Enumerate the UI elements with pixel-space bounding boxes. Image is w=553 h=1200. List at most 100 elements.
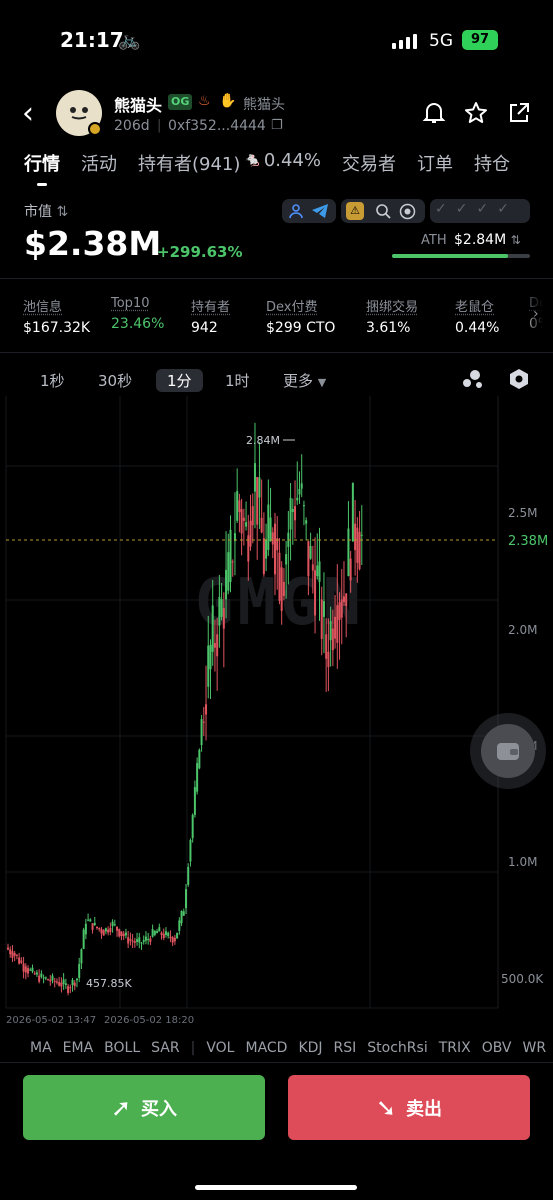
star-icon[interactable] bbox=[463, 100, 489, 126]
candle-body bbox=[43, 977, 45, 978]
candle-body bbox=[232, 562, 234, 563]
stat-bundle[interactable]: 捆绑交易 3.61% bbox=[366, 296, 418, 336]
indicator-obv[interactable]: OBV bbox=[482, 1040, 512, 1056]
copy-icon[interactable]: ❐ bbox=[271, 118, 283, 133]
candle-body bbox=[58, 982, 60, 986]
candle-body bbox=[359, 532, 361, 569]
stat-dex-paid[interactable]: Dex付费 $299 CTO bbox=[266, 296, 335, 336]
candle-body bbox=[165, 931, 167, 935]
candle-body bbox=[181, 911, 183, 923]
indicator-macd[interactable]: MACD bbox=[245, 1040, 287, 1056]
candle-body bbox=[281, 567, 283, 611]
interval-1h[interactable]: 1时 bbox=[225, 370, 250, 391]
buy-button[interactable]: ➚ 买入 bbox=[23, 1075, 265, 1140]
tab-orders[interactable]: 订单 bbox=[417, 150, 453, 176]
candle-body bbox=[136, 939, 138, 942]
indicator-ma[interactable]: MA bbox=[30, 1040, 52, 1056]
arrow-down-right-icon: ➘ bbox=[376, 1094, 396, 1122]
stat-pool[interactable]: 池信息 $167.32K bbox=[23, 296, 90, 336]
stat-holders[interactable]: 持有者 942 bbox=[191, 296, 230, 336]
bell-icon[interactable] bbox=[421, 100, 447, 126]
tab-traders[interactable]: 交易者 bbox=[342, 150, 396, 176]
candle-body bbox=[327, 652, 329, 667]
candle-body bbox=[72, 980, 74, 985]
candle-body bbox=[45, 977, 47, 978]
tab-holders[interactable]: 持有者(941) bbox=[138, 150, 240, 176]
candle-body bbox=[238, 500, 240, 512]
back-icon[interactable]: ‹ bbox=[22, 96, 34, 131]
indicator-rsi[interactable]: RSI bbox=[334, 1040, 357, 1056]
token-name: 熊猫头 bbox=[114, 92, 162, 116]
candle-body bbox=[11, 951, 13, 958]
alert-icon: ⚠ bbox=[346, 202, 364, 220]
indicator-separator: | bbox=[191, 1040, 196, 1056]
candle-body bbox=[116, 927, 118, 931]
token-age: 206d bbox=[114, 118, 150, 134]
verified-badge-icon bbox=[88, 122, 102, 136]
candle-body bbox=[147, 939, 149, 940]
indicator-stochrsi[interactable]: StochRsi bbox=[367, 1040, 427, 1056]
candle-body bbox=[74, 983, 76, 986]
indicator-sar[interactable]: SAR bbox=[151, 1040, 179, 1056]
network-type: 5G bbox=[429, 31, 453, 51]
candle-body bbox=[345, 594, 347, 606]
candle-body bbox=[16, 955, 18, 956]
candle-body bbox=[332, 629, 334, 651]
user-icon[interactable] bbox=[288, 203, 304, 219]
tab-positions[interactable]: 持仓 bbox=[474, 150, 510, 176]
sell-button[interactable]: ➘ 卖出 bbox=[288, 1075, 530, 1140]
indicator-ema[interactable]: EMA bbox=[63, 1040, 94, 1056]
indicator-kdj[interactable]: KDJ bbox=[298, 1040, 322, 1056]
candle-body bbox=[263, 538, 265, 574]
candle-body bbox=[69, 987, 71, 988]
candle-body bbox=[47, 979, 49, 980]
candle-body bbox=[60, 983, 62, 987]
candle-body bbox=[143, 940, 145, 942]
globe-icon[interactable] bbox=[399, 203, 416, 220]
share-icon[interactable] bbox=[506, 100, 532, 126]
candle-body bbox=[85, 924, 87, 935]
chevron-right-icon[interactable]: › bbox=[533, 306, 539, 322]
wallet-icon bbox=[494, 738, 522, 764]
indicator-wr[interactable]: WR bbox=[523, 1040, 547, 1056]
candle-body bbox=[112, 922, 114, 927]
market-cap-label[interactable]: 市值 ⇅ bbox=[24, 201, 68, 221]
interval-more[interactable]: 更多 ▼ bbox=[283, 370, 326, 391]
avatar-face-icon bbox=[67, 106, 91, 120]
search-icon[interactable] bbox=[375, 203, 392, 220]
indicator-trix[interactable]: TRIX bbox=[439, 1040, 471, 1056]
interval-1s[interactable]: 1秒 bbox=[40, 370, 65, 391]
candle-body bbox=[352, 483, 354, 541]
candle-body bbox=[187, 867, 189, 885]
stat-insiders[interactable]: 老鼠仓 0.44% bbox=[455, 296, 499, 336]
candle-body bbox=[201, 719, 203, 745]
candle-body bbox=[67, 986, 69, 993]
ath-value[interactable]: $2.84M ⇅ bbox=[454, 232, 521, 248]
candle-body bbox=[23, 963, 25, 971]
indicator-boll[interactable]: BOLL bbox=[104, 1040, 140, 1056]
tab-market[interactable]: 行情 bbox=[24, 150, 60, 176]
indicator-vol[interactable]: VOL bbox=[206, 1040, 234, 1056]
candle-body bbox=[343, 596, 345, 602]
price-chart[interactable]: GMGN2.38M2.5M2.0M1.5M1.0M500.0K2.84M457.… bbox=[0, 396, 553, 1026]
settings-hex-icon[interactable] bbox=[507, 367, 531, 391]
candle-body bbox=[196, 763, 198, 791]
candle-body bbox=[361, 535, 363, 536]
candle-body bbox=[49, 980, 51, 982]
drawing-tools-icon[interactable] bbox=[461, 368, 485, 390]
interval-30s[interactable]: 30秒 bbox=[98, 370, 132, 391]
telegram-icon[interactable] bbox=[311, 203, 329, 219]
stat-top10[interactable]: Top10 23.46% bbox=[111, 296, 164, 332]
candle-body bbox=[214, 643, 216, 648]
candle-body bbox=[230, 530, 232, 582]
current-price-label: 2.38M bbox=[508, 534, 548, 549]
candle-body bbox=[296, 498, 298, 501]
contract-address[interactable]: 0xf352...4444 bbox=[168, 118, 266, 134]
interval-1m[interactable]: 1分 bbox=[156, 369, 203, 392]
candle-body bbox=[178, 920, 180, 930]
tab-activity[interactable]: 活动 bbox=[81, 150, 117, 176]
candle-body bbox=[310, 546, 312, 559]
candle-body bbox=[14, 953, 16, 956]
candle-body bbox=[56, 981, 58, 982]
token-alias: 熊猫头 bbox=[243, 94, 285, 114]
